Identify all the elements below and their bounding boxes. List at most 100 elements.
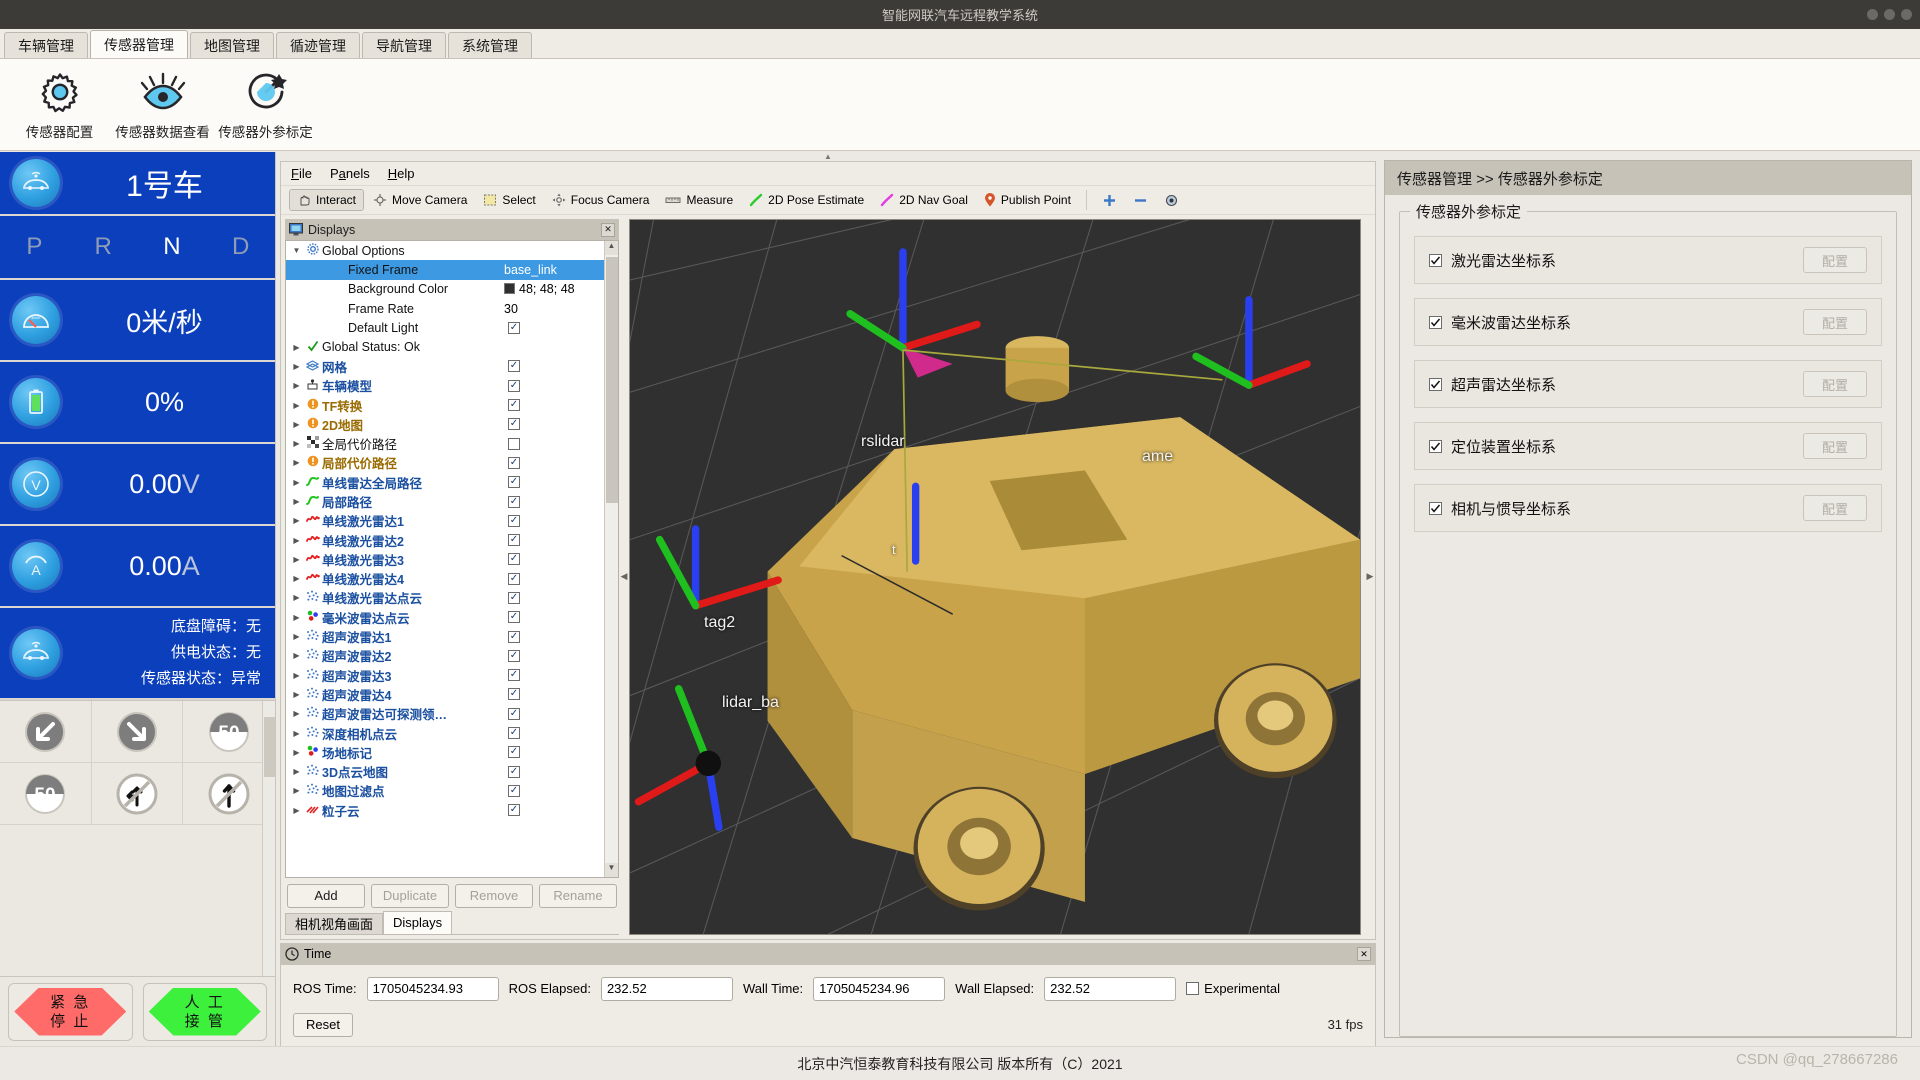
gear-N[interactable]: N [138, 233, 207, 261]
chevron-right-icon[interactable]: ▶ [290, 555, 303, 564]
checkbox-ultrasonic[interactable] [1429, 377, 1442, 391]
menu-panels[interactable]: Panels [330, 166, 370, 181]
display-tree-row[interactable]: ▶ 单线激光雷达2 ✓ [286, 530, 618, 549]
display-tree-row[interactable]: ▶ 粒子云 ✓ [286, 801, 618, 820]
ribbon-sensor-config[interactable]: 传感器配置 [8, 69, 111, 141]
display-row-checkbox[interactable]: ✓ [508, 418, 520, 431]
configure-button[interactable]: 配置 [1803, 247, 1867, 273]
scroll-up-icon[interactable]: ▲ [605, 241, 618, 255]
chevron-right-icon[interactable]: ▶ [290, 420, 303, 429]
checkbox-localization[interactable] [1429, 439, 1442, 453]
chevron-right-icon[interactable]: ▶ [290, 806, 303, 815]
display-row-checkbox[interactable]: ✓ [508, 649, 520, 662]
chevron-right-icon[interactable]: ▶ [290, 709, 303, 718]
display-tree-row[interactable]: ▶ 超声波雷达1 ✓ [286, 627, 618, 646]
tool-2d-nav-goal[interactable]: 2D Nav Goal [873, 190, 975, 210]
configure-button[interactable]: 配置 [1803, 309, 1867, 335]
sign-no-left-turn-or-straight[interactable] [91, 763, 184, 825]
gear-D[interactable]: D [206, 233, 275, 261]
checkbox-mmwave[interactable] [1429, 315, 1442, 329]
chevron-right-icon[interactable]: ▶ [290, 343, 303, 352]
display-row-checkbox[interactable]: ✓ [508, 669, 520, 682]
right-splitter[interactable]: ▶ [1365, 215, 1375, 939]
display-row-checkbox[interactable]: ✓ [508, 379, 520, 392]
dock-tab-camera-view[interactable]: 相机视角画面 [285, 912, 384, 934]
chevron-right-icon[interactable]: ▶ [290, 478, 303, 487]
tool-view[interactable] [1157, 190, 1186, 211]
tab-tracking-management[interactable]: 循迹管理 [276, 32, 360, 58]
chevron-right-icon[interactable]: ▶ [290, 671, 303, 680]
display-tree-row[interactable]: ▶ 局部代价路径 ✓ [286, 453, 618, 472]
display-tree-row[interactable]: ▶ 3D点云地图 ✓ [286, 762, 618, 781]
menu-help[interactable]: Help [388, 166, 415, 181]
chevron-right-icon[interactable]: ▶ [290, 401, 303, 410]
chevron-right-icon[interactable]: ▶ [290, 516, 303, 525]
display-tree-row[interactable]: ▶ 全局代价路径 [286, 434, 618, 453]
display-row-checkbox[interactable]: ✓ [508, 399, 520, 412]
display-row-checkbox[interactable]: ✓ [508, 727, 520, 740]
chevron-down-icon[interactable]: ▼ [290, 246, 303, 255]
maximize-icon[interactable] [1884, 9, 1895, 20]
display-row-checkbox[interactable]: ✓ [508, 534, 520, 547]
chevron-right-icon[interactable]: ▶ [290, 381, 303, 390]
configure-button[interactable]: 配置 [1803, 433, 1867, 459]
display-tree-row[interactable]: ▶ 超声波雷达3 ✓ [286, 666, 618, 685]
display-row-checkbox[interactable]: ✓ [508, 804, 520, 817]
display-tree-row[interactable]: ▶ 单线激光雷达4 ✓ [286, 569, 618, 588]
display-row-checkbox[interactable]: ✓ [508, 765, 520, 778]
display-row-checkbox[interactable]: ✓ [508, 456, 520, 469]
scroll-down-icon[interactable]: ▼ [605, 862, 618, 877]
display-row-checkbox[interactable]: ✓ [508, 321, 520, 334]
display-tree-row[interactable]: ▶ 场地标记 ✓ [286, 743, 618, 762]
display-row-checkbox[interactable]: ✓ [508, 476, 520, 489]
display-tree-row[interactable]: ▼ Global Options [286, 241, 618, 260]
tool-2d-pose-estimate[interactable]: 2D Pose Estimate [742, 190, 871, 210]
experimental-checkbox[interactable]: Experimental [1186, 981, 1280, 996]
close-icon[interactable] [1901, 9, 1912, 20]
display-row-checkbox[interactable]: ✓ [508, 630, 520, 643]
displays-scrollbar[interactable]: ▲ ▼ [604, 241, 618, 877]
chevron-right-icon[interactable]: ▶ [290, 574, 303, 583]
wall-elapsed-input[interactable] [1044, 976, 1177, 1001]
display-row-checkbox[interactable]: ✓ [508, 553, 520, 566]
chevron-right-icon[interactable]: ▶ [290, 729, 303, 738]
display-row-checkbox[interactable]: ✓ [508, 611, 520, 624]
rename-display-button[interactable]: Rename [539, 883, 617, 908]
chevron-right-icon[interactable]: ▶ [290, 690, 303, 699]
display-row-checkbox[interactable]: ✓ [508, 591, 520, 604]
chevron-right-icon[interactable]: ▶ [290, 613, 303, 622]
sign-grid-scrollbar[interactable] [262, 701, 275, 976]
display-tree-row[interactable]: ▶ 超声波雷达4 ✓ [286, 685, 618, 704]
tab-system-management[interactable]: 系统管理 [448, 32, 532, 58]
display-row-checkbox[interactable]: ✓ [508, 746, 520, 759]
display-tree-row[interactable]: Background Color 48; 48; 48 [286, 280, 618, 299]
chevron-right-icon[interactable]: ▶ [290, 786, 303, 795]
display-tree-row[interactable]: ▶ 超声波雷达可探测领… ✓ [286, 704, 618, 723]
emergency-stop-button[interactable]: 紧 急 停 止 [8, 982, 133, 1041]
tool-move-camera[interactable]: Move Camera [366, 190, 474, 210]
tab-vehicle-management[interactable]: 车辆管理 [4, 32, 88, 58]
display-tree-row[interactable]: ▶ 局部路径 ✓ [286, 492, 618, 511]
display-row-checkbox[interactable]: ✓ [508, 514, 520, 527]
chevron-right-icon[interactable]: ▶ [290, 439, 303, 448]
configure-button[interactable]: 配置 [1803, 371, 1867, 397]
tool-add[interactable] [1095, 190, 1124, 211]
ros-elapsed-input[interactable] [600, 976, 733, 1001]
rviz-3d-viewport[interactable]: rslidar tag2 lidar_ba ame t [629, 219, 1361, 935]
display-tree-row[interactable]: ▶ 超声波雷达2 ✓ [286, 646, 618, 665]
scrollbar-thumb[interactable] [264, 717, 275, 777]
sign-speed-limit-50-b[interactable]: 50 [0, 763, 92, 825]
tab-sensor-management[interactable]: 传感器管理 [90, 30, 188, 58]
display-tree-row[interactable]: Frame Rate 30 [286, 299, 618, 318]
chevron-right-icon[interactable]: ▶ [290, 632, 303, 641]
display-row-checkbox[interactable] [508, 437, 520, 450]
chevron-right-icon[interactable]: ▶ [290, 536, 303, 545]
wall-time-input[interactable] [813, 976, 946, 1001]
checkbox-camera-imu[interactable] [1429, 501, 1442, 515]
display-row-checkbox[interactable]: ✓ [508, 495, 520, 508]
tab-navigation-management[interactable]: 导航管理 [362, 32, 446, 58]
manual-takeover-button[interactable]: 人 工 接 管 [142, 982, 267, 1041]
tool-publish-point[interactable]: Publish Point [977, 190, 1078, 210]
display-row-checkbox[interactable]: ✓ [508, 572, 520, 585]
tool-interact[interactable]: Interact [289, 189, 365, 211]
